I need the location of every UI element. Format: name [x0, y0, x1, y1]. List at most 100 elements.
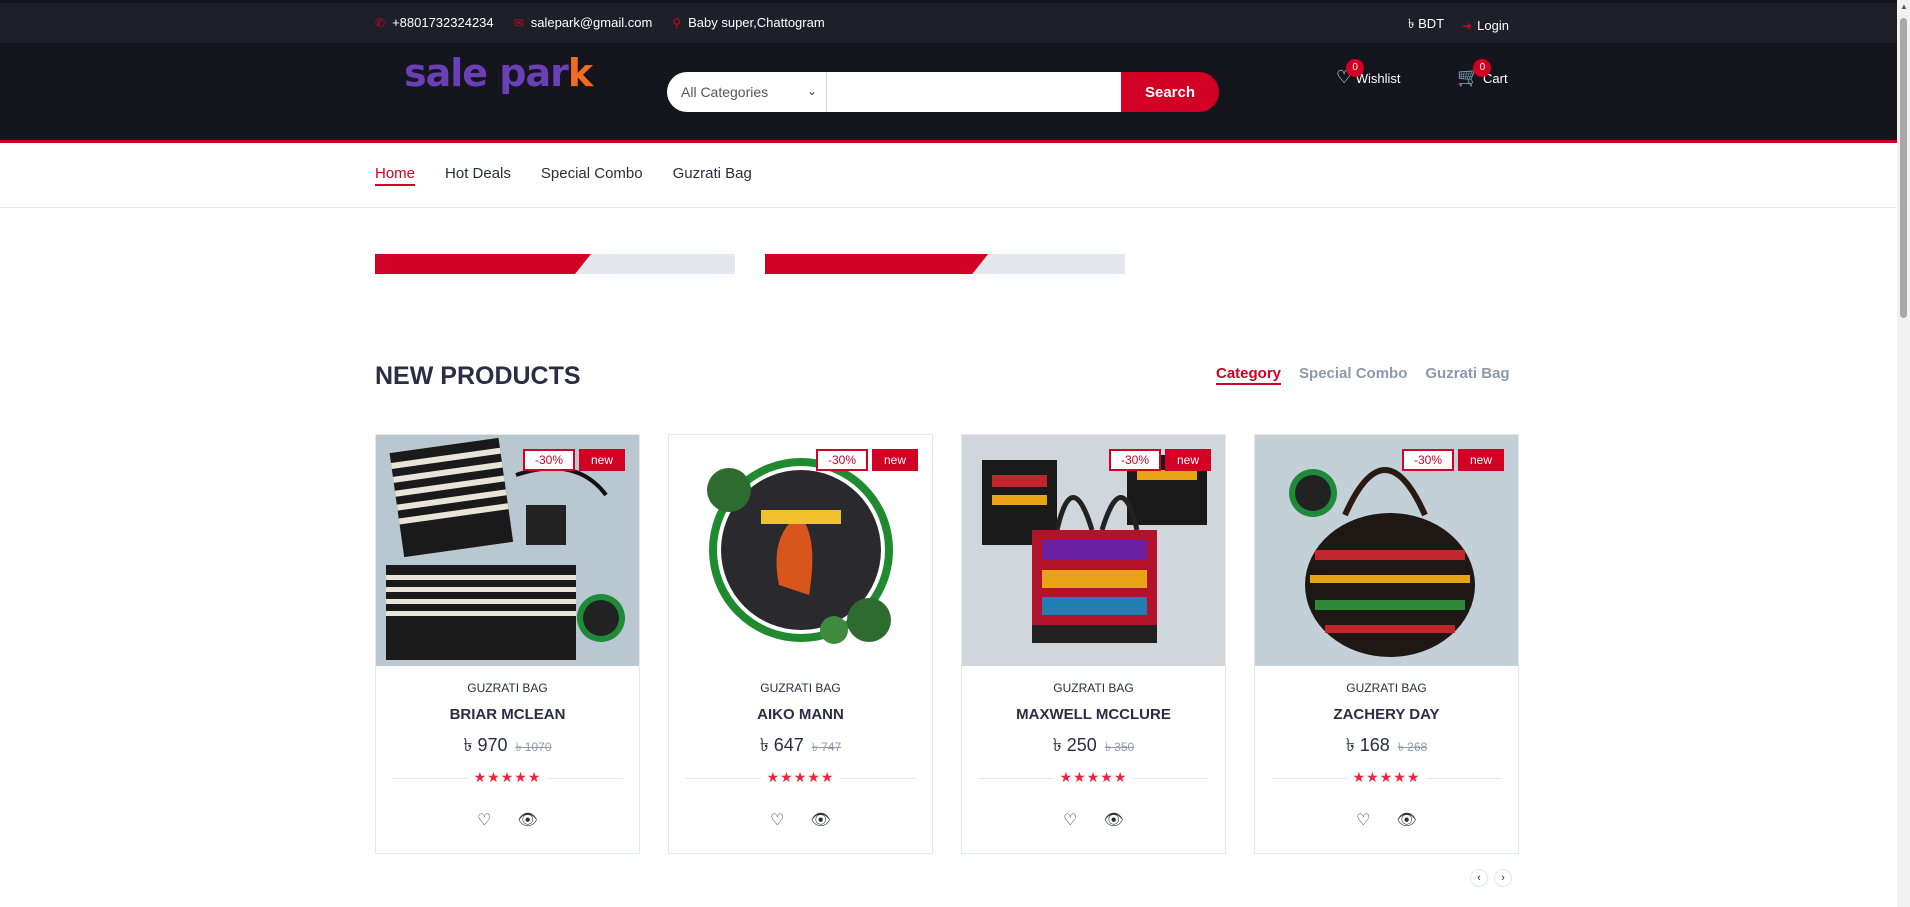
product-labels: -30% new: [815, 449, 918, 471]
sale-badge: -30%: [1108, 449, 1161, 471]
new-badge: new: [871, 449, 918, 471]
sale-badge: -30%: [815, 449, 868, 471]
rating-stars: ★★★★★: [467, 769, 548, 785]
category-select-wrap: All Categories ⌄: [667, 72, 827, 112]
eye-icon[interactable]: 👁: [1104, 810, 1124, 830]
cart-button[interactable]: 🛒 0 Cart: [1457, 59, 1508, 87]
nav-item-special-combo[interactable]: Special Combo: [541, 165, 643, 186]
logo-text-accent: k: [567, 51, 593, 95]
site-logo[interactable]: sale park: [404, 51, 593, 95]
section-title: NEW PRODUCTS: [375, 362, 581, 390]
eye-icon[interactable]: 👁: [811, 810, 831, 830]
scroll-up-icon[interactable]: ▲: [1900, 2, 1908, 11]
main-header: sale park All Categories ⌄ Search ♡ 0 Wis…: [0, 43, 1897, 143]
heart-icon[interactable]: ♡: [770, 810, 784, 830]
search-form: All Categories ⌄ Search: [667, 72, 1219, 112]
product-category: GUZRATI BAG: [760, 681, 841, 695]
product-card[interactable]: -30% new GUZRATI BAG ZACHERY DAY ৳ 168 ৳…: [1254, 434, 1519, 854]
currency-selector[interactable]: ৳ BDT: [1408, 15, 1444, 36]
search-input[interactable]: [827, 72, 1121, 112]
page-scrollbar[interactable]: ▲: [1897, 0, 1910, 907]
product-category: GUZRATI BAG: [1346, 681, 1427, 695]
location-link[interactable]: ⚲ Baby super,Chattogram: [672, 15, 824, 30]
product-labels: -30% new: [1108, 449, 1211, 471]
chevron-left-icon[interactable]: ‹: [1470, 869, 1488, 887]
product-actions: ♡ 👁: [376, 810, 639, 830]
map-marker-icon: ⚲: [672, 15, 682, 30]
progress-bar-1: [375, 254, 735, 274]
location-text: Baby super,Chattogram: [688, 15, 825, 30]
product-name[interactable]: BRIAR MCLEAN: [376, 706, 639, 723]
product-rating: ★★★★★: [962, 769, 1225, 786]
product-price: ৳ 970 ৳ 1070: [376, 731, 639, 762]
heart-icon[interactable]: ♡: [477, 810, 491, 830]
product-actions: ♡ 👁: [1255, 810, 1518, 830]
product-card[interactable]: -30% new GUZRATI BAG MAXWELL MCCLURE ৳ 2…: [961, 434, 1226, 854]
heart-icon[interactable]: ♡: [1356, 810, 1370, 830]
heart-icon: ♡ 0: [1336, 59, 1365, 87]
sale-badge: -30%: [522, 449, 575, 471]
rating-stars: ★★★★★: [1053, 769, 1134, 785]
wishlist-button[interactable]: ♡ 0 Wishlist: [1336, 59, 1401, 87]
product-price: ৳ 250 ৳ 350: [962, 731, 1225, 762]
progress-fill-1: [375, 254, 591, 274]
tab-special-combo[interactable]: Special Combo: [1299, 365, 1407, 385]
nav-item-hot-deals[interactable]: Hot Deals: [445, 165, 511, 186]
product-name[interactable]: ZACHERY DAY: [1255, 706, 1518, 723]
old-price: ৳ 747: [811, 740, 842, 754]
wishlist-label: Wishlist: [1355, 71, 1401, 86]
tab-category[interactable]: Category: [1216, 365, 1282, 385]
tab-guzrati-bag[interactable]: Guzrati Bag: [1425, 365, 1509, 385]
current-price: ৳ 168: [1345, 735, 1390, 755]
search-button[interactable]: Search: [1121, 72, 1219, 112]
login-label: Login: [1477, 18, 1509, 33]
phone-text: +8801732324234: [392, 15, 494, 30]
product-actions: ♡ 👁: [669, 810, 932, 830]
category-select[interactable]: All Categories: [667, 72, 827, 112]
progress-fill-2: [765, 254, 988, 274]
nav-item-home[interactable]: Home: [375, 165, 416, 186]
sign-in-icon: ➜: [1462, 18, 1473, 33]
product-card[interactable]: -30% new GUZRATI BAG BRIAR MCLEAN ৳ 970 …: [375, 434, 640, 854]
old-price: ৳ 350: [1104, 740, 1135, 754]
top-bar: ✆ +8801732324234 ✉ salepark@gmail.com ⚲ …: [0, 0, 1897, 43]
product-name[interactable]: MAXWELL MCCLURE: [962, 706, 1225, 723]
new-badge: new: [1164, 449, 1211, 471]
eye-icon[interactable]: 👁: [1397, 810, 1417, 830]
progress-bar-2: [765, 254, 1125, 274]
product-rating: ★★★★★: [376, 769, 639, 786]
heart-icon[interactable]: ♡: [1063, 810, 1077, 830]
eye-icon[interactable]: 👁: [518, 810, 538, 830]
rating-stars: ★★★★★: [1346, 769, 1427, 785]
email-text: salepark@gmail.com: [530, 15, 653, 30]
login-link[interactable]: ➜ Login: [1462, 15, 1509, 36]
main-navigation: Home Hot Deals Special Combo Guzrati Bag: [0, 145, 1897, 208]
new-badge: new: [578, 449, 625, 471]
phone-link[interactable]: ✆ +8801732324234: [375, 15, 494, 30]
rating-stars: ★★★★★: [760, 769, 841, 785]
chevron-right-icon[interactable]: ›: [1494, 869, 1512, 887]
old-price: ৳ 268: [1397, 740, 1428, 754]
sale-badge: -30%: [1401, 449, 1454, 471]
product-card[interactable]: -30% new GUZRATI BAG AIKO MANN ৳ 647 ৳ 7…: [668, 434, 933, 854]
slider-navigation: ‹ ›: [1470, 869, 1512, 887]
product-labels: -30% new: [1401, 449, 1504, 471]
logo-text-main: sale par: [404, 51, 569, 95]
current-price: ৳ 647: [759, 735, 804, 755]
nav-item-guzrati-bag[interactable]: Guzrati Bag: [673, 165, 752, 186]
new-badge: new: [1457, 449, 1504, 471]
product-category: GUZRATI BAG: [467, 681, 548, 695]
shopping-cart-icon: 🛒 0: [1457, 59, 1492, 87]
product-name[interactable]: AIKO MANN: [669, 706, 932, 723]
current-price: ৳ 970: [463, 735, 508, 755]
email-link[interactable]: ✉ salepark@gmail.com: [514, 15, 653, 30]
phone-icon: ✆: [375, 15, 386, 30]
envelope-icon: ✉: [513, 15, 524, 30]
page: ✆ +8801732324234 ✉ salepark@gmail.com ⚲ …: [0, 0, 1910, 907]
scrollbar-thumb[interactable]: [1900, 18, 1907, 318]
product-price: ৳ 647 ৳ 747: [669, 731, 932, 762]
product-rating: ★★★★★: [669, 769, 932, 786]
old-price: ৳ 1070: [515, 740, 552, 754]
product-rating: ★★★★★: [1255, 769, 1518, 786]
section-tabs: Category Special Combo Guzrati Bag: [1216, 365, 1510, 385]
